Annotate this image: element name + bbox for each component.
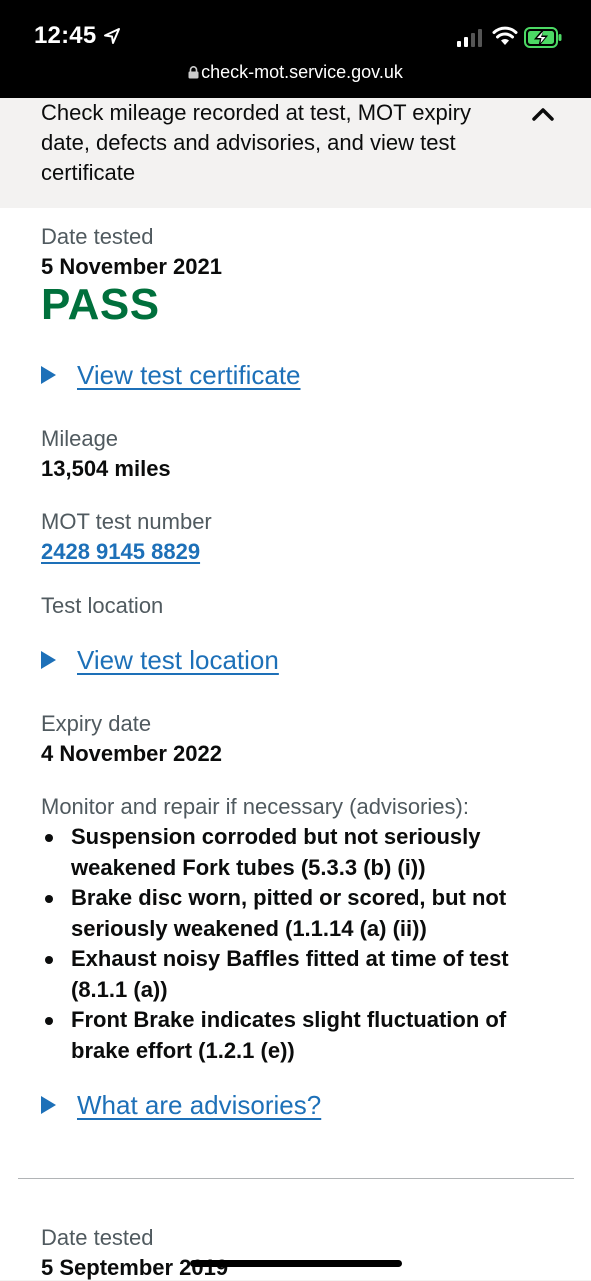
- chevron-up-icon[interactable]: [531, 106, 555, 122]
- advisory-item: Exhaust noisy Baffles fitted at time of …: [41, 944, 541, 1005]
- lock-icon: [188, 66, 199, 79]
- cellular-signal-icon: [457, 29, 482, 47]
- view-test-location-link[interactable]: View test location: [77, 645, 279, 676]
- triangle-right-icon[interactable]: [41, 651, 56, 669]
- advisories-list: Suspension corroded but not seriously we…: [41, 822, 541, 1066]
- section-divider: [18, 1178, 574, 1179]
- location-arrow-icon: [104, 28, 120, 44]
- triangle-right-icon[interactable]: [41, 366, 56, 384]
- advisories-label: Monitor and repair if necessary (advisor…: [41, 794, 469, 819]
- url-text: check-mot.service.gov.uk: [201, 62, 403, 82]
- details-summary[interactable]: Check mileage recorded at test, MOT expi…: [23, 98, 568, 208]
- expiry-date-label: Expiry date: [41, 711, 152, 736]
- date-tested-label: Date tested: [41, 224, 154, 249]
- wifi-icon: [492, 26, 518, 45]
- view-test-certificate-link[interactable]: View test certificate: [77, 360, 301, 391]
- battery-charging-icon: [524, 27, 562, 48]
- date-tested-label: Date tested: [41, 1225, 154, 1250]
- address-bar[interactable]: check-mot.service.gov.uk: [0, 62, 591, 83]
- mot-test-number-label: MOT test number: [41, 509, 212, 534]
- mot-history-content: Date tested 5 November 2021 PASS View te…: [0, 208, 591, 1280]
- status-bar: 12:45 check-mot.service.gov.uk: [0, 0, 591, 98]
- mot-test-number-link[interactable]: 2428 9145 8829: [41, 539, 200, 565]
- mileage-label: Mileage: [41, 426, 119, 451]
- clock-time: 12:45: [34, 22, 97, 49]
- advisory-item: Front Brake indicates slight fluctuation…: [41, 1005, 541, 1066]
- home-indicator[interactable]: [190, 1260, 402, 1267]
- mileage-value: 13,504 miles: [41, 456, 171, 481]
- date-tested-value: 5 September 2019: [41, 1255, 229, 1280]
- summary-text: Check mileage recorded at test, MOT expi…: [41, 100, 471, 185]
- advisory-item: Brake disc worn, pitted or scored, but n…: [41, 883, 541, 944]
- what-are-advisories-link[interactable]: What are advisories?: [77, 1090, 321, 1121]
- advisory-item: Suspension corroded but not seriously we…: [41, 822, 541, 883]
- triangle-right-icon[interactable]: [41, 1096, 56, 1114]
- test-result-pass: PASS: [41, 280, 160, 329]
- expiry-date-value: 4 November 2022: [41, 741, 222, 766]
- test-location-label: Test location: [41, 593, 164, 618]
- date-tested-value: 5 November 2021: [41, 254, 222, 279]
